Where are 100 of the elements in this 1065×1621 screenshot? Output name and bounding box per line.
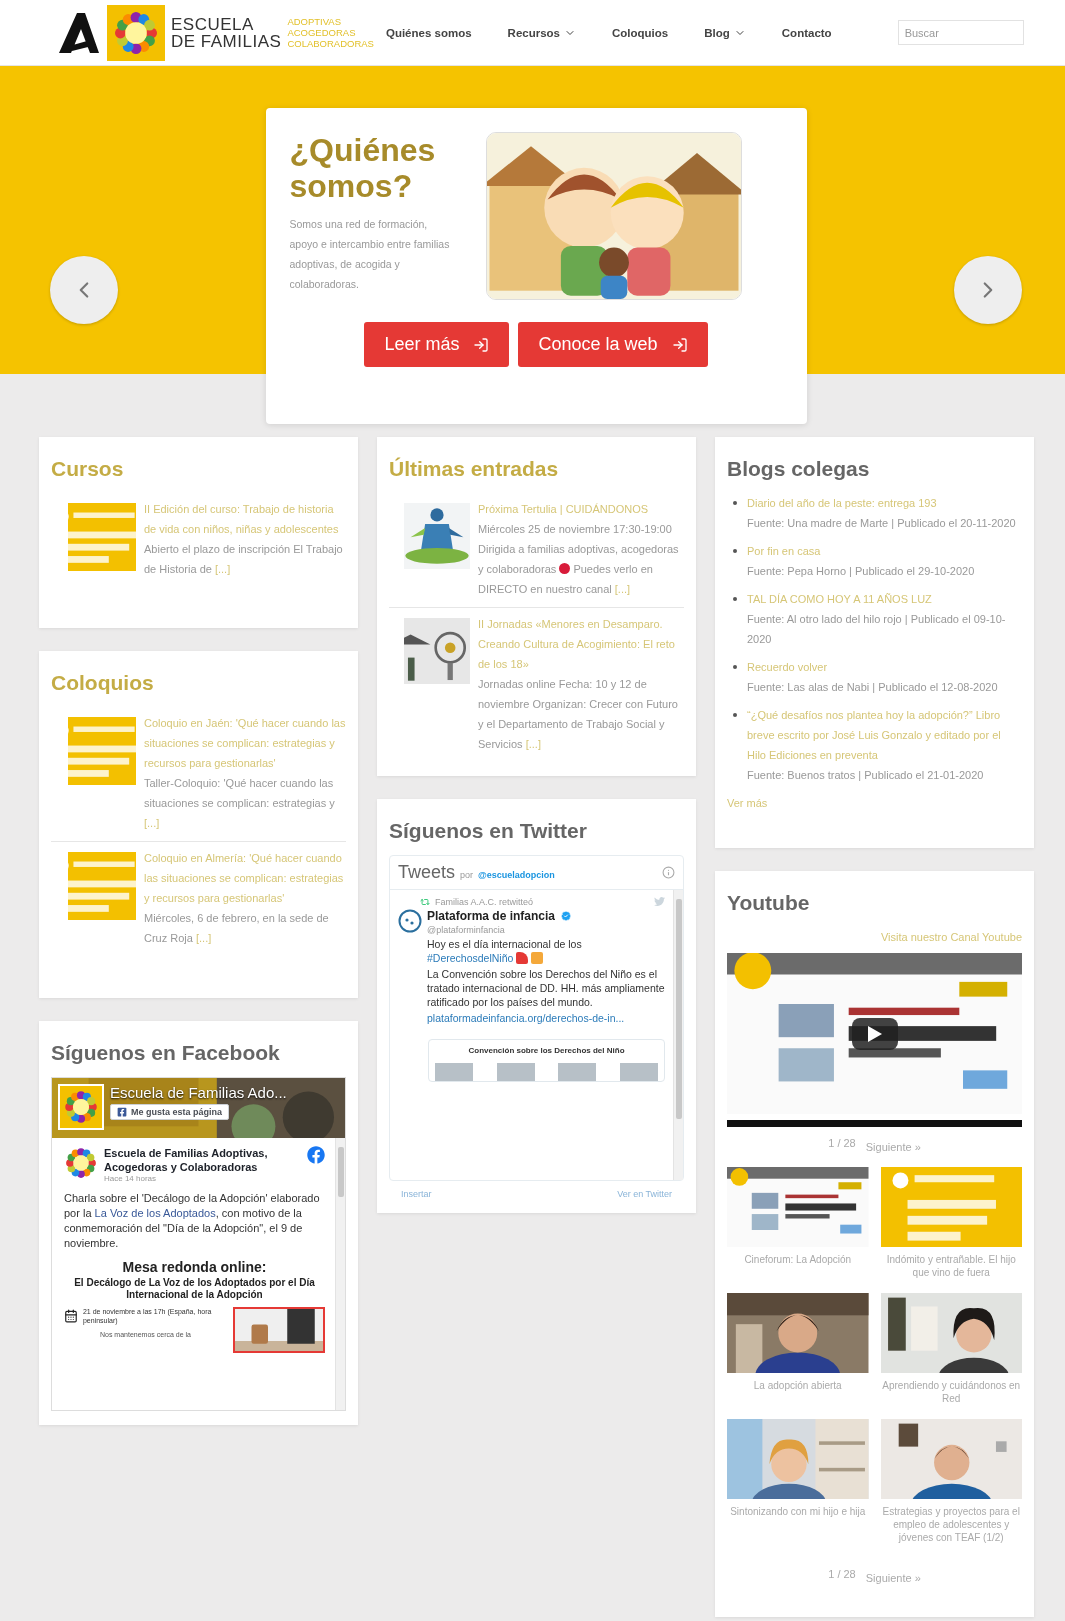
bullet-icon xyxy=(733,713,737,717)
blog-title-link[interactable]: “¿Qué desafíos nos plantea hoy la adopción?” Libro breve escrito por José Luis Gonzalo y editado por el Hilo Ediciones en preventa xyxy=(747,705,1022,765)
post-title-link[interactable]: II Edición del curso: Trabajo de historia de vida con niños, niñas y adolescentes xyxy=(144,499,346,539)
video-title-link[interactable]: La adopción abierta xyxy=(727,1379,869,1392)
read-more-link[interactable]: [...] xyxy=(144,817,160,829)
footer-link[interactable]: Insertar xyxy=(401,1189,432,1199)
blog-title-link[interactable]: Recuerdo volver xyxy=(747,657,1022,677)
link[interactable]: La Voz de los Adoptados xyxy=(94,1207,216,1219)
video-title-link[interactable]: Estrategias y proyectos para el empleo de adolescentes y jóvenes con TEAF (1/2) xyxy=(880,1505,1022,1544)
logo-subtitle: COLABORADORAS xyxy=(287,38,374,49)
sign-in-icon xyxy=(473,336,490,353)
page-number: 1 / 28 xyxy=(828,1568,856,1582)
see-more-link[interactable]: Ver más xyxy=(727,793,1022,813)
search-field[interactable]: Buscar xyxy=(897,20,1024,45)
logo-title: DE FAMILIAS xyxy=(171,32,282,50)
sign-in-icon xyxy=(671,336,688,353)
post-excerpt: Miércoles, 6 de febrero, en la sede de Cruz Roja [...] xyxy=(144,911,330,946)
nav-link[interactable]: Recursos xyxy=(507,26,576,39)
video-title-link[interactable]: Indómito y entrañable. El hijo que vino de fuera xyxy=(880,1253,1022,1279)
section-title: Youtube xyxy=(727,890,811,916)
footer-link[interactable]: Ver en Twitter xyxy=(617,1189,672,1199)
sun-logo-icon xyxy=(64,1146,98,1180)
handle-link[interactable]: @escueladopcion xyxy=(478,870,555,880)
card-thumbnail-icon xyxy=(496,1063,535,1081)
card-thumbnail-icon xyxy=(435,1063,473,1081)
nav-link[interactable]: Blog xyxy=(704,26,746,39)
play-icon xyxy=(867,1025,882,1042)
post-title-link[interactable]: Coloquio en Almería: 'Qué hacer cuando las situaciones se complican: estrategias y recursos para gestionarlas' xyxy=(144,848,346,908)
facebook-icon xyxy=(117,1107,127,1117)
blog-meta: Fuente: Buenos tratos | Publicado el 21-01-2020 xyxy=(747,768,985,783)
info-icon xyxy=(662,866,675,879)
logo-subtitle: ADOPTIVAS xyxy=(287,16,343,27)
logo-title: ESCUELA xyxy=(171,15,255,33)
retweet-icon xyxy=(420,896,430,907)
section-title: Cursos xyxy=(51,456,125,482)
post-text: Charla sobre el 'Decálogo de la Adopción' elaborado por la La Voz de los Adoptados, con motivo de la conmemoración del "Día de la Adopción", el 9 de noviembre. xyxy=(64,1191,321,1251)
blog-title-link[interactable]: Por fin en casa xyxy=(747,541,1022,561)
nav-link[interactable]: Quiénes somos xyxy=(385,26,472,39)
post-excerpt: Abierto el plazo de inscripción El Trabajo de Historia de [...] xyxy=(144,542,344,577)
card-thumbnail-icon xyxy=(619,1063,658,1081)
bullet-icon xyxy=(733,597,737,601)
facebook-icon xyxy=(307,1146,325,1164)
blog-meta: Fuente: Pepa Horno | Publicado el 29-10-2020 xyxy=(747,564,976,579)
next-slide-button[interactable] xyxy=(954,256,1022,324)
section-title: Coloquios xyxy=(51,670,155,696)
blog-meta: Fuente: Las alas de Nabi | Publicado el 12-08-2020 xyxy=(747,680,999,695)
hero-text: Somos una red de formación, apoyo e intercambio entre familias adoptivas, de acogida y colaboradoras. xyxy=(289,217,451,292)
twitter-bird-icon xyxy=(654,896,665,907)
nav-link[interactable]: Coloquios xyxy=(612,26,669,39)
tweet-link[interactable]: plataformadeinfancia.org/derechos-de-in... xyxy=(427,1011,665,1025)
page-name-link[interactable]: Escuela de Familias Ado... xyxy=(110,1084,287,1101)
hero-title: ¿Quiénes somos? xyxy=(289,132,437,204)
account-name: Plataforma de infancia xyxy=(427,909,556,923)
read-more-link[interactable]: [...] xyxy=(195,932,212,944)
action-button[interactable]: Conoce la web xyxy=(518,322,708,367)
post-title-link[interactable]: Próxima Tertulia | CUIDÁNDONOS xyxy=(478,499,684,519)
post-author-link[interactable]: Escuela de Familias Adoptivas, Acogedoras y Colaboradoras xyxy=(104,1146,301,1174)
blog-meta: Fuente: Al otro lado del hilo rojo | Publicado el 09-10-2020 xyxy=(747,612,1007,647)
nav-link[interactable]: Contacto xyxy=(781,26,832,39)
post-excerpt: Miércoles 25 de noviembre 17:30-19:00 Dirigida a familias adoptivas, acogedoras y colaboradoras Puedes verlo en DIRECTO en nuestro canal [...] xyxy=(478,522,680,597)
account-handle: @plataforminfancia xyxy=(427,925,506,935)
a-logo-icon xyxy=(57,10,101,55)
calendar-icon xyxy=(64,1308,78,1324)
read-more-link[interactable]: [...] xyxy=(525,738,541,750)
like-button[interactable]: Me gusta esta página xyxy=(110,1104,230,1120)
poster-title: Mesa redonda online: xyxy=(122,1259,267,1275)
bullet-icon xyxy=(733,549,737,553)
section-title: Blogs colegas xyxy=(727,456,871,482)
channel-link[interactable]: Visita nuestro Canal Youtube xyxy=(727,927,1022,947)
blog-meta: Fuente: Una madre de Marte | Publicado el 20-11-2020 xyxy=(747,516,1017,531)
post-excerpt: Jornadas online Fecha: 10 y 12 de noviembre Organizan: Crecer con Futuro y el Departamento de Trabajo Social y Servicios [...] xyxy=(478,677,679,752)
retweet-label: Familias A.A.C. retwitteó xyxy=(435,896,534,907)
video-title-link[interactable]: Cineforum: La Adopción xyxy=(727,1253,869,1266)
post-time: Hace 14 horas xyxy=(104,1174,158,1183)
tweets-label: Tweets xyxy=(398,862,456,883)
by-label: por xyxy=(460,870,474,880)
previous-slide-button[interactable] xyxy=(50,256,118,324)
blog-title-link[interactable]: Diario del año de la peste: entrega 193 xyxy=(747,493,1022,513)
post-excerpt: Taller-Coloquio: 'Qué hacer cuando las situaciones se complican: estrategias y [...] xyxy=(144,776,336,831)
logo-subtitle: ACOGEDORAS xyxy=(287,27,357,38)
bullet-icon xyxy=(733,665,737,669)
next-page-link[interactable]: Siguiente » xyxy=(865,1568,921,1588)
post-title-link[interactable]: Coloquio en Jaén: 'Qué hacer cuando las situaciones se complican: estrategias y recursos para gestionarlas' xyxy=(144,713,346,773)
hashtag-link[interactable]: #DerechosdelNiño xyxy=(427,952,514,964)
video-title-link[interactable]: Aprendiendo y cuidándonos en Red xyxy=(880,1379,1022,1405)
bullet-icon xyxy=(733,501,737,505)
read-more-link[interactable]: [...] xyxy=(614,583,631,595)
post-title-link[interactable]: II Jornadas «Menores en Desamparo. Creando Cultura de Acogimiento: El reto de los 18» xyxy=(478,614,684,674)
read-more-link[interactable]: [...] xyxy=(214,563,231,575)
next-page-link[interactable]: Siguiente » xyxy=(865,1137,921,1157)
poster-subtitle: El Decálogo de La Voz de los Adoptados por el Día Internacional de la Adopción xyxy=(73,1277,316,1301)
tweet-text: Hoy es el día internacional de los #DerechosdelNiño xyxy=(427,937,583,965)
video-title-link[interactable]: Sintonizando con mi hijo e hija xyxy=(727,1505,869,1518)
section-title: Últimas entradas xyxy=(389,456,560,482)
link-card-title: Convención sobre los Derechos del Niño xyxy=(467,1046,626,1055)
blog-title-link[interactable]: TAL DÍA COMO HOY A 11 AÑOS LUZ xyxy=(747,589,1022,609)
page-number: 1 / 28 xyxy=(828,1137,856,1151)
card-thumbnail-icon xyxy=(558,1063,597,1081)
action-button[interactable]: Leer más xyxy=(364,322,510,367)
section-title: Síguenos en Twitter xyxy=(389,818,588,844)
